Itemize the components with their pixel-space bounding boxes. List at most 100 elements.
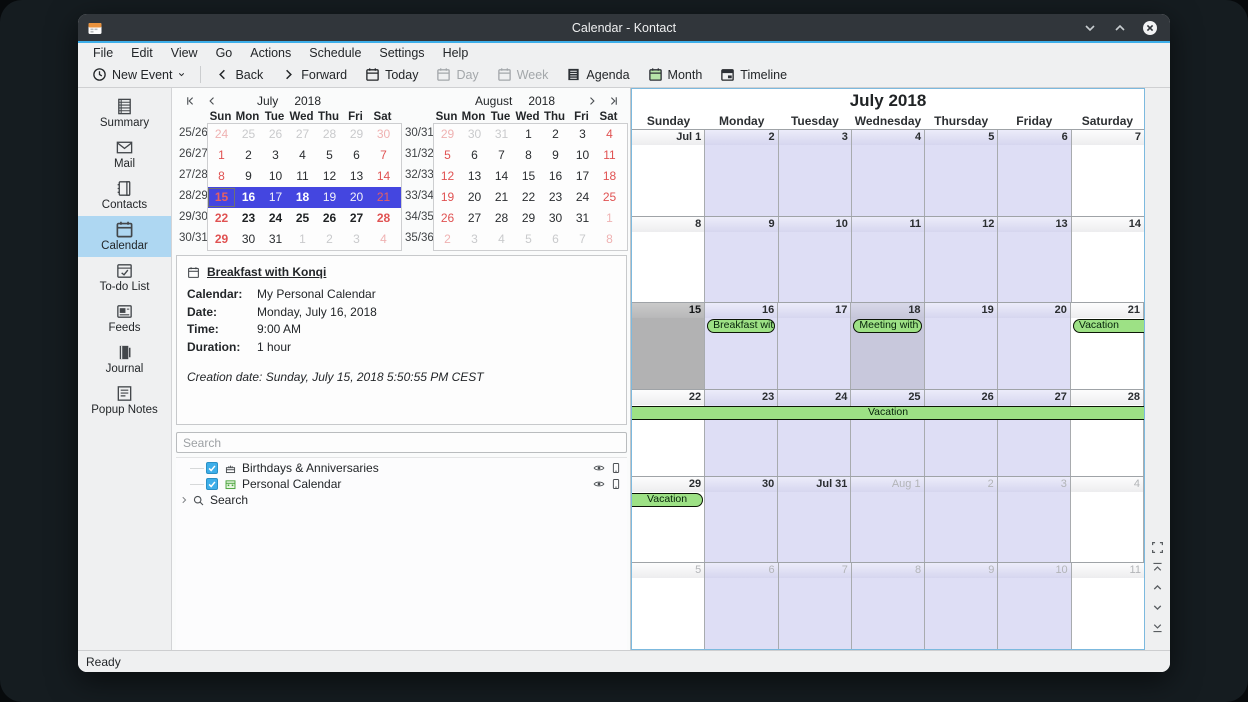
menu-help[interactable]: Help	[434, 45, 478, 61]
mini-calendar-month-year[interactable]: August2018	[402, 94, 628, 108]
eye-icon[interactable]	[593, 478, 605, 490]
mini-calendar-day[interactable]: 25	[289, 209, 316, 228]
month-day-cell[interactable]: 3	[779, 130, 852, 216]
toolbar-new-event-button[interactable]: New Event	[84, 65, 194, 84]
maximize-button[interactable]	[1112, 20, 1128, 36]
menu-file[interactable]: File	[84, 45, 122, 61]
mini-calendar-day[interactable]: 5	[434, 146, 461, 165]
mini-calendar-day[interactable]: 11	[596, 146, 623, 165]
mini-calendar-day[interactable]: 27	[461, 209, 488, 228]
mini-calendar-day[interactable]: 20	[343, 188, 370, 207]
mini-calendar-day[interactable]: 4	[289, 146, 316, 165]
mini-calendar-day[interactable]: 24	[569, 188, 596, 207]
month-day-cell[interactable]: 4	[1071, 477, 1144, 563]
month-day-cell[interactable]: 13	[998, 217, 1071, 303]
mini-calendar-day[interactable]: 9	[235, 167, 262, 186]
scroll-down-button[interactable]	[1151, 601, 1164, 614]
mini-calendar-day[interactable]: 16	[542, 167, 569, 186]
month-day-cell[interactable]: 9	[925, 563, 998, 649]
mini-calendar-day[interactable]: 14	[488, 167, 515, 186]
mini-calendar-day[interactable]: 17	[262, 188, 289, 207]
event-bar[interactable]: Vacation	[1073, 319, 1144, 333]
mini-calendar-day[interactable]: 7	[569, 230, 596, 249]
event-bar[interactable]: Vacation	[632, 406, 1144, 420]
mini-calendar-day[interactable]: 13	[461, 167, 488, 186]
device-icon[interactable]	[610, 462, 622, 474]
menu-schedule[interactable]: Schedule	[300, 45, 370, 61]
mini-calendar-day[interactable]: 6	[343, 146, 370, 165]
mini-calendar-month-year[interactable]: July2018	[176, 94, 402, 108]
month-day-cell[interactable]: 21	[1071, 303, 1144, 389]
sidebar-item-calendar[interactable]: Calendar	[78, 216, 171, 257]
mini-calendar-day[interactable]: 4	[370, 230, 397, 249]
mini-calendar-day[interactable]: 25	[596, 188, 623, 207]
toolbar-forward-button[interactable]: Forward	[273, 65, 355, 84]
month-day-cell[interactable]: 4	[852, 130, 925, 216]
toolbar-timeline-button[interactable]: Timeline	[712, 65, 795, 84]
month-day-cell[interactable]: 6	[705, 563, 778, 649]
month-day-cell[interactable]: 29	[632, 477, 705, 563]
mini-calendar-day[interactable]: 19	[434, 188, 461, 207]
sidebar-item-contacts[interactable]: Contacts	[78, 175, 171, 216]
month-day-cell[interactable]: 3	[998, 477, 1071, 563]
month-day-cell[interactable]: 8	[852, 563, 925, 649]
mini-calendar-day[interactable]: 28	[488, 209, 515, 228]
mini-calendar-day[interactable]: 27	[289, 125, 316, 144]
mini-calendar-day[interactable]: 2	[542, 125, 569, 144]
month-day-cell[interactable]: 10	[779, 217, 852, 303]
month-day-cell[interactable]: 10	[998, 563, 1071, 649]
mini-calendar-day[interactable]: 3	[461, 230, 488, 249]
month-day-cell[interactable]: 11	[1072, 563, 1144, 649]
scroll-up-button[interactable]	[1151, 581, 1164, 594]
close-button[interactable]	[1142, 20, 1158, 36]
mini-calendar-day[interactable]: 7	[488, 146, 515, 165]
sidebar-item-to-do-list[interactable]: To-do List	[78, 257, 171, 298]
mini-calendar-day[interactable]: 1	[596, 209, 623, 228]
mini-calendar-day[interactable]: 27	[343, 209, 370, 228]
mini-calendar-day[interactable]: 4	[596, 125, 623, 144]
search-input[interactable]	[176, 432, 627, 453]
mini-calendar-day[interactable]: 23	[235, 209, 262, 228]
mini-calendar-day[interactable]: 1	[515, 125, 542, 144]
sidebar-item-popup-notes[interactable]: Popup Notes	[78, 380, 171, 421]
mini-calendar-day[interactable]: 3	[569, 125, 596, 144]
mini-calendar-day[interactable]: 26	[262, 125, 289, 144]
month-day-cell[interactable]: 5	[632, 563, 705, 649]
expander-icon[interactable]	[179, 495, 189, 505]
mini-calendar-day[interactable]: 15	[515, 167, 542, 186]
month-day-cell[interactable]: 17	[778, 303, 851, 389]
mini-calendar-day[interactable]: 26	[434, 209, 461, 228]
mini-calendar-day[interactable]: 21	[370, 188, 397, 207]
mini-calendar-day[interactable]: 12	[434, 167, 461, 186]
mini-calendar-day[interactable]: 30	[461, 125, 488, 144]
mini-calendar-day[interactable]: 4	[488, 230, 515, 249]
mini-calendar-day[interactable]: 6	[542, 230, 569, 249]
month-day-cell[interactable]: 24	[778, 390, 851, 476]
mini-calendar-day[interactable]: 28	[316, 125, 343, 144]
calendar-list-row-birthdays-anniversaries[interactable]: Birthdays & Anniversaries	[176, 460, 627, 476]
calendar-checkbox[interactable]	[206, 462, 218, 474]
menu-actions[interactable]: Actions	[241, 45, 300, 61]
mini-calendar-day[interactable]: 28	[370, 209, 397, 228]
mini-calendar-day[interactable]: 9	[542, 146, 569, 165]
month-day-cell[interactable]: 2	[925, 477, 998, 563]
mini-calendar-day[interactable]: 18	[596, 167, 623, 186]
mini-calendar-day[interactable]: 31	[569, 209, 596, 228]
mini-calendar-day[interactable]: 5	[515, 230, 542, 249]
month-day-cell[interactable]: 2	[705, 130, 778, 216]
month-day-cell[interactable]: 18	[851, 303, 924, 389]
mini-calendar-day[interactable]: 13	[343, 167, 370, 186]
month-day-cell[interactable]: 20	[998, 303, 1071, 389]
mini-calendar-day[interactable]: 22	[208, 209, 235, 228]
mini-calendar-day[interactable]: 24	[208, 125, 235, 144]
mini-calendar-day[interactable]: 3	[262, 146, 289, 165]
fit-week-button[interactable]	[1151, 541, 1164, 554]
mini-calendar-day[interactable]: 8	[208, 167, 235, 186]
month-day-cell[interactable]: 26	[925, 390, 998, 476]
month-day-cell[interactable]: 28	[1071, 390, 1144, 476]
mini-calendar-day[interactable]: 25	[235, 125, 262, 144]
scroll-to-bottom-button[interactable]	[1151, 621, 1164, 634]
calendar-list-row-personal-calendar[interactable]: Personal Calendar	[176, 476, 627, 492]
menu-go[interactable]: Go	[207, 45, 242, 61]
toolbar-agenda-button[interactable]: Agenda	[558, 65, 637, 84]
